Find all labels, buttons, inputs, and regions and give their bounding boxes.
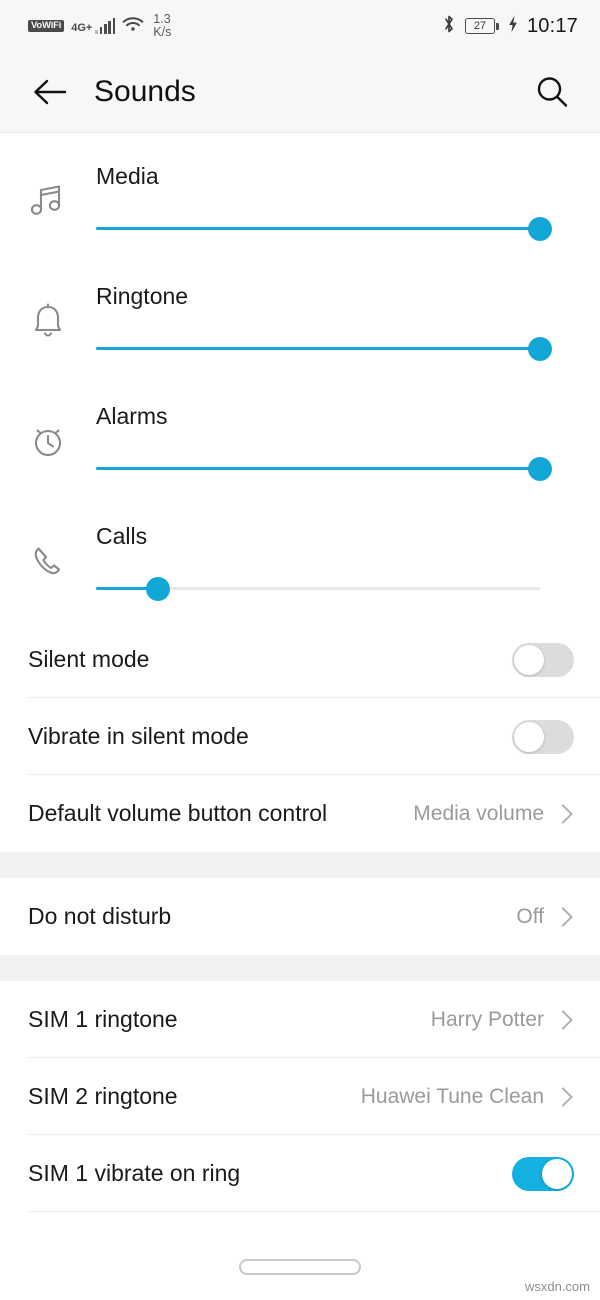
slider-track-alarms[interactable] <box>96 456 552 481</box>
battery-cap <box>496 22 499 30</box>
volume-sliders-section: Media Ringtone Alarms Calls <box>0 133 600 621</box>
slider-main-calls: Calls <box>96 522 600 601</box>
watermark: wsxdn.com <box>524 1279 590 1294</box>
row-label: SIM 1 vibrate on ring <box>28 1160 241 1186</box>
phone-screen: VoWiFi 4G+ 1.3 K/s 27 10:17 Sounds Media… <box>0 0 600 1300</box>
search-icon[interactable] <box>530 70 574 114</box>
row-label: Default volume button control <box>28 800 328 826</box>
phone-icon <box>0 539 96 583</box>
row-value: Harry Potter <box>430 1007 544 1031</box>
network-speed-unit: K/s <box>153 25 172 39</box>
row-sim-2-ringtone[interactable]: SIM 2 ringtone Huawei Tune Clean <box>0 1058 600 1135</box>
slider-track-media[interactable] <box>96 216 552 241</box>
status-bar-clock: 10:17 <box>526 14 578 37</box>
row-sim-1-vibrate-on-ring[interactable]: SIM 1 vibrate on ring <box>0 1135 600 1212</box>
slider-thumb-media[interactable] <box>528 216 552 241</box>
page-title: Sounds <box>94 75 196 108</box>
toggle-silent-mode[interactable] <box>512 642 574 677</box>
slider-thumb-calls[interactable] <box>146 576 171 601</box>
battery-icon: 27 <box>464 18 499 34</box>
toggle-vibrate-in-silent-mode[interactable] <box>512 719 574 754</box>
alarm-clock-icon <box>0 419 96 463</box>
bluetooth-icon <box>442 14 456 39</box>
row-label: Vibrate in silent mode <box>28 723 249 749</box>
back-arrow-icon[interactable] <box>28 70 72 114</box>
chevron-right-icon <box>553 906 573 927</box>
row-silent-mode[interactable]: Silent mode <box>0 621 600 698</box>
status-bar-left: VoWiFi 4G+ 1.3 K/s <box>28 12 172 39</box>
slider-track-fill <box>96 346 540 351</box>
app-title-bar: Sounds <box>0 52 600 133</box>
slider-label-media: Media <box>96 162 159 189</box>
section-separator <box>0 955 600 981</box>
toggle-knob <box>542 1158 572 1189</box>
row-value: Huawei Tune Clean <box>360 1084 544 1108</box>
cellular-signal-icon <box>95 17 116 34</box>
row-value: Media volume <box>413 801 544 825</box>
section-separator <box>0 852 600 878</box>
slider-track-fill <box>96 466 540 471</box>
slider-row-media: Media <box>0 141 600 261</box>
status-bar-right: 27 10:17 <box>442 14 578 39</box>
row-do-not-disturb[interactable]: Do not disturb Off <box>0 878 600 955</box>
vowifi-icon: VoWiFi <box>28 19 65 33</box>
row-label: SIM 1 ringtone <box>28 1006 178 1032</box>
chevron-right-icon <box>553 1009 573 1030</box>
toggle-knob <box>514 644 544 675</box>
slider-row-ringtone: Ringtone <box>0 261 600 381</box>
system-navigation-bar <box>0 1234 600 1300</box>
bell-icon <box>0 299 96 343</box>
settings-group-sound-modes: Silent mode Vibrate in silent mode Defau… <box>0 621 600 852</box>
slider-main-media: Media <box>96 162 600 241</box>
slider-thumb-ringtone[interactable] <box>528 336 552 361</box>
slider-track-ringtone[interactable] <box>96 336 552 361</box>
network-speed-indicator: 1.3 K/s <box>153 12 172 39</box>
toggle-knob <box>514 721 544 752</box>
slider-main-ringtone: Ringtone <box>96 282 600 361</box>
slider-row-alarms: Alarms <box>0 381 600 501</box>
chevron-right-icon <box>553 1086 573 1107</box>
music-note-icon <box>0 179 96 223</box>
status-bar: VoWiFi 4G+ 1.3 K/s 27 10:17 <box>0 0 600 52</box>
slider-label-calls: Calls <box>96 522 148 549</box>
row-sim-1-ringtone[interactable]: SIM 1 ringtone Harry Potter <box>0 981 600 1058</box>
slider-track-fill <box>96 226 540 231</box>
charging-bolt-icon <box>508 15 518 38</box>
slider-row-calls: Calls <box>0 501 600 621</box>
row-label: Silent mode <box>28 646 150 672</box>
home-gesture-pill[interactable] <box>239 1259 361 1275</box>
toggle-sim-1-vibrate-on-ring[interactable] <box>512 1156 574 1191</box>
battery-percent-label: 27 <box>464 18 495 34</box>
slider-track-calls[interactable] <box>96 576 540 601</box>
wifi-icon <box>122 15 144 37</box>
slider-thumb-alarms[interactable] <box>528 456 552 481</box>
row-default-volume-button-control[interactable]: Default volume button control Media volu… <box>0 775 600 852</box>
slider-label-ringtone: Ringtone <box>96 282 189 309</box>
settings-group-do-not-disturb: Do not disturb Off <box>0 878 600 955</box>
row-vibrate-in-silent-mode[interactable]: Vibrate in silent mode <box>0 698 600 775</box>
row-label: SIM 2 ringtone <box>28 1083 178 1109</box>
slider-main-alarms: Alarms <box>96 402 600 481</box>
row-label: Do not disturb <box>28 903 172 929</box>
row-value: Off <box>516 904 544 928</box>
chevron-right-icon <box>553 803 573 824</box>
slider-label-alarms: Alarms <box>96 402 168 429</box>
network-type-label: 4G+ <box>71 21 93 34</box>
